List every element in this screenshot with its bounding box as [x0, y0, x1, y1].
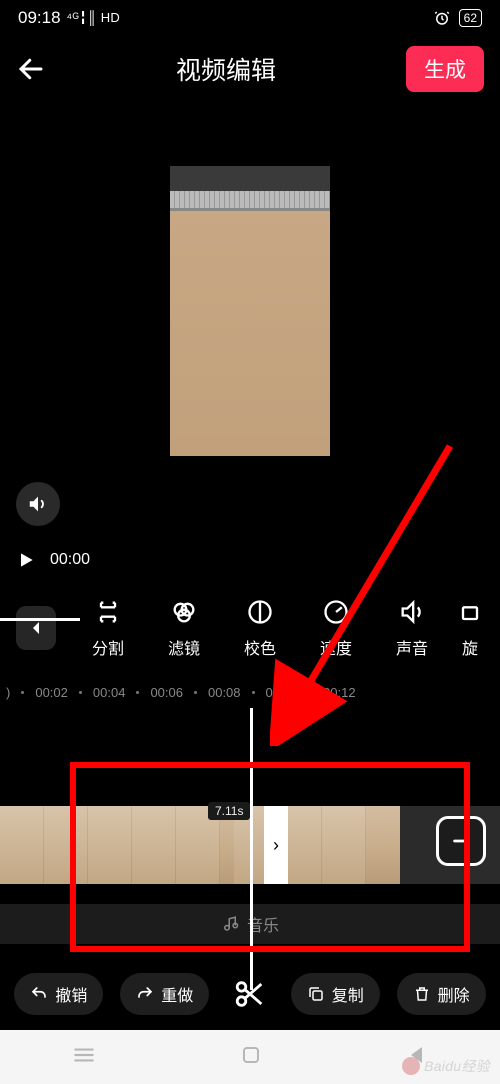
progress-indicator: [0, 618, 80, 621]
signal-indicator: ⁴ᴳ╏║ HD: [67, 10, 121, 26]
ruler-mark: 00:06: [150, 685, 183, 700]
play-button[interactable]: [16, 550, 36, 570]
action-label: 删除: [438, 982, 470, 1006]
color-icon: [246, 597, 274, 627]
undo-button[interactable]: 撤销: [14, 973, 103, 1015]
tool-label: 校色: [244, 635, 276, 659]
action-label: 复制: [332, 982, 364, 1006]
tool-split[interactable]: 分割: [70, 597, 146, 659]
video-frame: [170, 166, 330, 456]
video-clip[interactable]: [0, 806, 400, 884]
clip-duration-badge: 7.11s: [208, 802, 250, 820]
copy-button[interactable]: 复制: [291, 973, 380, 1015]
tool-label: 速度: [320, 635, 352, 659]
copy-icon: [307, 985, 325, 1003]
music-icon: [221, 915, 239, 933]
playback-controls: 00:00: [0, 540, 500, 580]
playback-time: 00:00: [50, 551, 90, 569]
add-clip-button[interactable]: [436, 816, 486, 866]
ruler-mark: 00:10: [266, 685, 299, 700]
filter-icon: [170, 597, 198, 627]
tool-label: 声音: [396, 635, 428, 659]
app-header: 视频编辑 生成: [0, 36, 500, 102]
tool-sound[interactable]: 声音: [374, 597, 450, 659]
ruler-mark: 00:04: [93, 685, 126, 700]
tool-collapse-button[interactable]: [16, 606, 56, 650]
nav-menu-button[interactable]: [71, 1042, 97, 1073]
ruler-mark: ): [6, 685, 10, 700]
playhead[interactable]: [250, 708, 253, 990]
redo-icon: [136, 985, 154, 1003]
tool-label: 滤镜: [168, 635, 200, 659]
tool-strip: 分割 滤镜 校色 速度 声音 旋: [0, 580, 500, 676]
tool-rotate[interactable]: 旋: [450, 597, 490, 659]
volume-icon: [398, 597, 426, 627]
tool-filter[interactable]: 滤镜: [146, 597, 222, 659]
battery-indicator: 62: [459, 9, 482, 27]
clock-text: 09:18: [18, 8, 61, 28]
delete-button[interactable]: 删除: [397, 973, 486, 1015]
trash-icon: [413, 985, 431, 1003]
undo-icon: [30, 985, 48, 1003]
tool-label: 旋: [462, 635, 478, 659]
ruler-mark: 00:08: [208, 685, 241, 700]
tool-speed[interactable]: 速度: [298, 597, 374, 659]
redo-button[interactable]: 重做: [120, 973, 209, 1015]
tool-label: 分割: [92, 635, 124, 659]
generate-button[interactable]: 生成: [406, 46, 484, 92]
timeline[interactable]: 7.11s › 音乐: [0, 708, 500, 990]
mute-toggle[interactable]: [16, 482, 60, 526]
time-ruler[interactable]: ) 00:02 00:04 00:06 00:08 00:10 00:12: [0, 676, 500, 708]
tool-color[interactable]: 校色: [222, 597, 298, 659]
ruler-mark: 00:02: [35, 685, 68, 700]
split-icon: [94, 597, 122, 627]
ruler-mark: 00:12: [323, 685, 356, 700]
watermark-icon: [402, 1057, 420, 1075]
action-label: 重做: [161, 982, 193, 1006]
nav-home-button[interactable]: [239, 1043, 263, 1072]
status-bar: 09:18 ⁴ᴳ╏║ HD 62: [0, 0, 500, 36]
video-preview[interactable]: [0, 102, 500, 540]
watermark: Baidu经验: [402, 1056, 490, 1076]
page-title: 视频编辑: [46, 51, 406, 87]
action-label: 撤销: [55, 982, 87, 1006]
clip-edge-handle[interactable]: ›: [264, 806, 288, 884]
back-button[interactable]: [16, 54, 46, 84]
alarm-icon: [433, 9, 451, 27]
speed-icon: [322, 597, 350, 627]
rotate-icon: [456, 597, 484, 627]
